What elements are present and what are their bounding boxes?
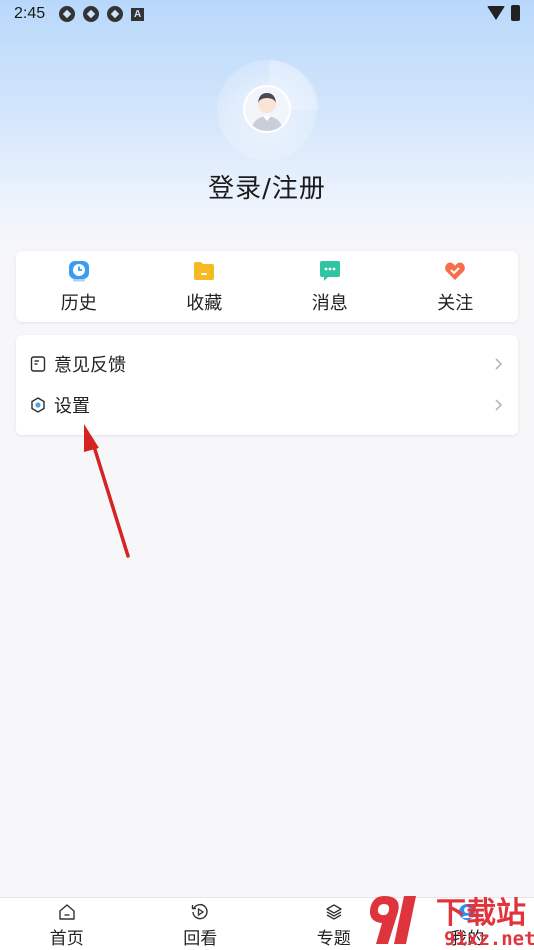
favorites-label: 收藏 xyxy=(186,292,223,314)
following-label: 关注 xyxy=(437,292,474,314)
following-button[interactable]: 关注 xyxy=(393,251,519,322)
nav-topics-label: 专题 xyxy=(316,929,351,949)
status-system-icons xyxy=(487,5,520,21)
nav-home-label: 首页 xyxy=(49,929,84,949)
avatar[interactable] xyxy=(243,85,291,133)
status-bar: 2:45 A xyxy=(0,0,534,28)
chevron-right-icon xyxy=(495,399,503,411)
settings-label: 设置 xyxy=(54,396,90,417)
folder-icon xyxy=(194,261,215,280)
status-time: 2:45 xyxy=(14,5,46,22)
feedback-icon xyxy=(30,356,46,372)
app-notification-icon xyxy=(59,6,76,22)
messages-button[interactable]: 消息 xyxy=(267,251,393,322)
replay-icon xyxy=(192,903,208,920)
wifi-icon xyxy=(487,6,505,20)
feedback-menu-item[interactable]: 意见反馈 xyxy=(16,344,518,384)
site-watermark-logo: 下载站 91xz.net xyxy=(369,896,534,950)
nav-home[interactable]: 首页 xyxy=(0,898,134,950)
home-icon xyxy=(59,904,75,920)
status-notification-icons: A xyxy=(59,6,145,22)
heart-icon xyxy=(445,262,466,280)
clock-icon xyxy=(68,260,89,281)
a-notification-icon: A xyxy=(131,7,145,21)
chevron-right-icon xyxy=(495,358,503,370)
app-notification-icon xyxy=(83,6,100,22)
nav-replay-label: 回看 xyxy=(183,929,218,949)
settings-menu-item[interactable]: 设置 xyxy=(16,385,518,425)
battery-icon xyxy=(511,5,520,21)
layers-icon xyxy=(326,904,342,920)
app-notification-icon xyxy=(107,6,124,22)
message-icon xyxy=(319,260,340,281)
feedback-label: 意见反馈 xyxy=(54,355,126,376)
settings-menu-card: 意见反馈 设置 xyxy=(16,335,518,435)
watermark-main-text: 下载站 xyxy=(436,896,526,931)
favorites-button[interactable]: 收藏 xyxy=(142,251,268,322)
watermark-sub-text: 91xz.net xyxy=(444,928,534,950)
history-label: 历史 xyxy=(60,292,97,314)
nav-replay[interactable]: 回看 xyxy=(134,898,268,950)
login-register-link[interactable]: 登录/注册 xyxy=(0,168,534,205)
messages-label: 消息 xyxy=(311,292,348,314)
user-avatar-icon xyxy=(251,93,283,131)
settings-icon xyxy=(31,397,45,413)
quick-actions-card: 历史 收藏 消息 关注 xyxy=(16,251,518,322)
history-button[interactable]: 历史 xyxy=(16,251,142,322)
